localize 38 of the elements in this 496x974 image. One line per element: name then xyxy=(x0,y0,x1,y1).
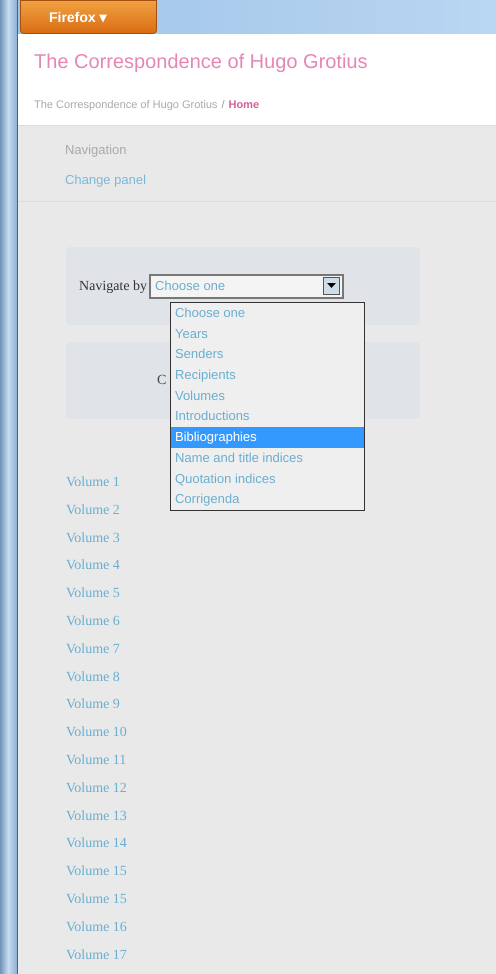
panel-heading: Navigation xyxy=(65,141,128,159)
breadcrumb-link[interactable]: The Correspondence of Hugo Grotius xyxy=(34,97,218,114)
dropdown-option[interactable]: Years xyxy=(171,324,364,344)
volume-link[interactable]: Volume 15 xyxy=(66,858,127,886)
volume-link[interactable]: Volume 7 xyxy=(66,636,120,664)
volume-link[interactable]: Volume 14 xyxy=(66,830,127,858)
volume-link[interactable]: Volume 8 xyxy=(66,664,120,692)
dropdown-option[interactable]: Introductions xyxy=(171,406,364,428)
site-title: The Correspondence of Hugo Grotius xyxy=(34,50,369,75)
volume-link[interactable]: Volume 6 xyxy=(66,608,120,636)
volume-link[interactable]: Volume 17 xyxy=(66,942,127,970)
volume-link[interactable]: Volume 15 xyxy=(66,886,127,914)
dropdown-option[interactable]: Name and title indices xyxy=(171,448,364,468)
breadcrumb-link[interactable]: Home xyxy=(228,97,260,114)
volume-link[interactable]: Volume 10 xyxy=(66,719,127,747)
volume-link[interactable]: Volume 2 xyxy=(66,496,120,525)
dropdown-option[interactable]: Corrigenda xyxy=(171,489,364,510)
change-panel-link[interactable]: Change panel xyxy=(65,170,496,189)
volume-link[interactable]: Volume 16 xyxy=(66,914,127,942)
volume-link[interactable]: Volume 12 xyxy=(66,774,127,803)
breadcrumb-separator: / xyxy=(221,98,224,113)
dropdown-option[interactable]: Recipients xyxy=(171,365,364,386)
dropdown-option[interactable]: Quotation indices xyxy=(171,468,364,490)
dropdown-option[interactable]: Bibliographies xyxy=(171,427,364,448)
dropdown-option[interactable]: Choose one xyxy=(171,303,364,324)
navigate-select[interactable]: Choose one xyxy=(149,274,344,298)
volume-link[interactable]: Volume 13 xyxy=(66,802,127,830)
volume-link[interactable]: Volume 5 xyxy=(66,580,120,608)
volume-link[interactable]: Volume 1 xyxy=(66,469,120,497)
panel-text: C xyxy=(157,372,166,390)
volume-link[interactable]: Volume 9 xyxy=(66,691,120,720)
volume-link[interactable]: Volume 3 xyxy=(66,524,120,552)
dropdown-option[interactable]: Senders xyxy=(171,344,364,366)
volume-link[interactable]: Volume 11 xyxy=(66,746,126,775)
volume-link[interactable]: Volume 4 xyxy=(66,552,120,580)
browser-menu-button[interactable]: Firefox ▾ xyxy=(20,0,157,34)
navigate-by-label: Navigate by xyxy=(79,278,148,296)
dropdown-option[interactable]: Volumes xyxy=(171,386,364,406)
